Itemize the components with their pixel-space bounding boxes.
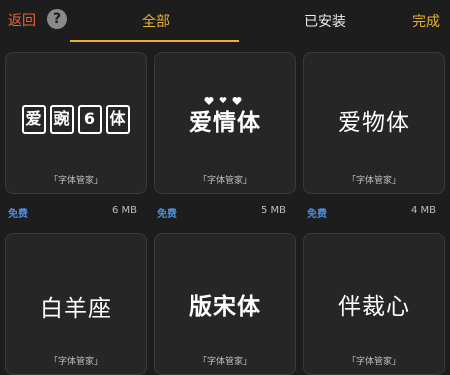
preview-char: 豌 [50,105,74,134]
back-button[interactable]: 返回 [8,10,36,30]
preview-char: 爱 [22,105,46,134]
font-card[interactable]: 伴裁心 「字体管家」 [303,233,445,375]
font-preview: 爱情体 [189,110,261,136]
done-button[interactable]: 完成 [412,11,440,31]
font-caption: 「字体管家」 [197,357,252,367]
font-caption: 「字体管家」 [346,357,401,367]
file-size: 4 MB [411,205,437,216]
font-preview: 白羊座 [40,296,112,322]
tab-installed[interactable]: 已安装 [304,11,346,31]
font-preview: 版宋体 [189,294,261,320]
price-badge[interactable]: 免费 [8,205,28,220]
tab-all[interactable]: 全部 [142,11,170,31]
font-card[interactable]: 版宋体 「字体管家」 [154,233,296,375]
price-badge[interactable]: 免费 [157,205,177,220]
active-tab-indicator [70,40,239,42]
help-icon[interactable]: ? [47,9,67,29]
file-size: 5 MB [261,205,287,216]
font-caption: 「字体管家」 [197,176,252,186]
file-size: 6 MB [112,205,138,216]
price-badge[interactable]: 免费 [307,205,327,220]
font-card[interactable]: 爱物体 「字体管家」 [303,52,445,194]
top-bar: 返回 ? 全部 已安装 完成 [0,0,450,42]
font-preview: 爱物体 [338,110,410,136]
font-card[interactable]: 白羊座 「字体管家」 [5,233,147,375]
font-preview: 伴裁心 [338,294,410,320]
font-preview: 爱 豌 6 体 [6,105,146,134]
font-caption: 「字体管家」 [48,357,103,367]
font-caption: 「字体管家」 [48,176,103,186]
font-card[interactable]: 爱 豌 6 体 「字体管家」 [5,52,147,194]
font-caption: 「字体管家」 [346,176,401,186]
preview-char: 体 [106,105,130,134]
font-card[interactable]: 爱情体 「字体管家」 [154,52,296,194]
preview-char: 6 [78,105,102,134]
